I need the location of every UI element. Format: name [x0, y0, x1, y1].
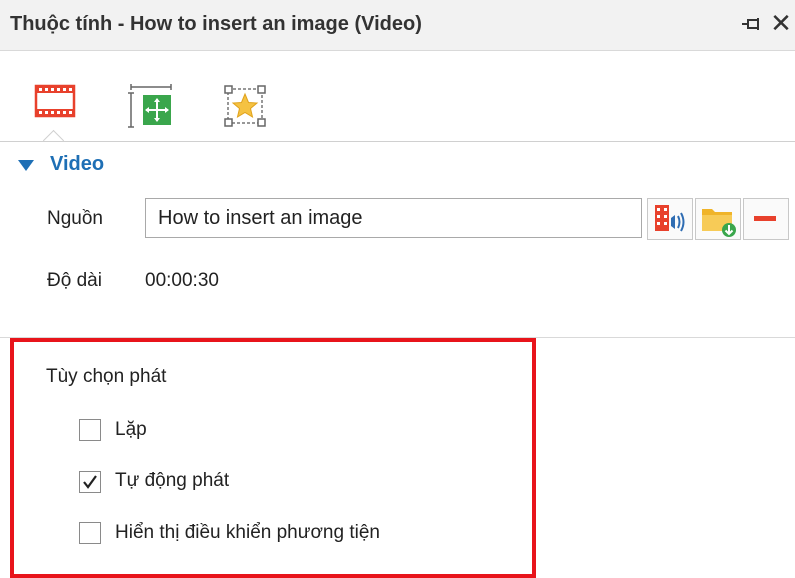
pin-icon[interactable]: [740, 14, 762, 36]
tab-effects-star-icon[interactable]: [222, 83, 270, 134]
open-folder-icon: [696, 209, 740, 243]
playback-options-title: Tùy chọn phát: [46, 366, 167, 387]
section-title: Video: [50, 153, 105, 175]
chevron-down-icon[interactable]: [18, 159, 34, 177]
loop-label[interactable]: Lặp: [115, 419, 147, 441]
video-audio-icon: [648, 205, 692, 243]
show-media-controls-label[interactable]: Hiển thị điều khiển phương tiện: [115, 522, 380, 544]
source-label: Nguồn: [47, 208, 103, 229]
tab-film-strip-icon[interactable]: [34, 83, 76, 124]
close-icon[interactable]: ✕: [770, 9, 792, 37]
tab-size-position-icon[interactable]: [127, 83, 175, 134]
autoplay-checkbox[interactable]: [79, 471, 101, 493]
panel-titlebar: Thuộc tính - How to insert an image (Vid…: [0, 0, 795, 51]
autoplay-label[interactable]: Tự động phát: [115, 470, 229, 492]
tab-divider: [0, 141, 795, 142]
duration-label: Độ dài: [47, 270, 102, 291]
source-field[interactable]: How to insert an image: [145, 198, 642, 238]
panel-title: Thuộc tính - How to insert an image (Vid…: [10, 13, 422, 35]
duration-value: 00:00:30: [145, 270, 219, 291]
show-media-controls-checkbox[interactable]: [79, 522, 101, 544]
remove-icon: [744, 216, 788, 243]
remove-source-button[interactable]: [743, 198, 789, 240]
loop-checkbox[interactable]: [79, 419, 101, 441]
open-folder-button[interactable]: [695, 198, 741, 240]
video-audio-button[interactable]: [647, 198, 693, 240]
